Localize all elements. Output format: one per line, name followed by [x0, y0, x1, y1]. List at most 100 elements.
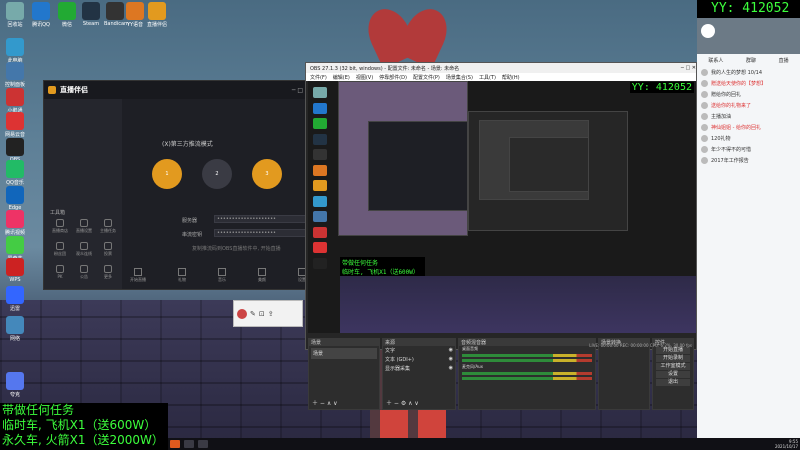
menu-item[interactable]: 停靠部件(D): [379, 74, 407, 81]
menu-item[interactable]: 场景集合(S): [446, 74, 473, 81]
taskbar-app-icon[interactable]: [170, 440, 180, 448]
yy-panel[interactable]: 联系人 群聊 直播 我的人生的梦想 10/14 赠送给天使你的【梦想】 赠给你的回礼 送给…: [697, 18, 800, 450]
eye-icon[interactable]: ◉: [449, 347, 453, 354]
sources-dock[interactable]: 来源 文字 ◉ 文本 (GDI+) ◉ 显示器采集 ◉ ＋ − ⚙ ∧ ∨: [382, 338, 456, 410]
tool-item[interactable]: 观众连线: [72, 242, 96, 257]
yy-tab[interactable]: 群聊: [746, 57, 756, 64]
clock[interactable]: 9:55 2021/10/17: [775, 439, 798, 449]
tool-item[interactable]: 直播商店: [48, 219, 72, 234]
yy-tab[interactable]: 联系人: [708, 57, 723, 64]
app-title: 直播伴侣: [60, 86, 88, 94]
tool-item[interactable]: 投票: [96, 242, 120, 257]
mixer-channel[interactable]: 麦克风/Aux: [459, 364, 595, 380]
tool-item[interactable]: 直播设置: [72, 219, 96, 234]
desktop-icon[interactable]: 回收站: [4, 2, 26, 28]
desktop-icon[interactable]: 此电脑: [4, 38, 26, 64]
preview-icon: [313, 242, 327, 253]
desktop-icon[interactable]: WPS: [4, 258, 26, 283]
yy-list-item[interactable]: 120礼物: [697, 133, 800, 144]
desktop-icon[interactable]: 微信: [56, 2, 78, 28]
yy-tab[interactable]: 直播: [779, 57, 789, 64]
bottom-tool[interactable]: 音乐: [218, 268, 226, 283]
menu-item[interactable]: 配置文件(P): [413, 74, 440, 81]
zhibo-banlv-window[interactable]: 直播伴侣 ─ □ ✕ 工具箱 直播商店 直播设置 主播任务 粉丝团 观众连线 投票 PK 公告…: [43, 80, 344, 290]
window-controls-icon[interactable]: ─ □ ✕: [681, 65, 696, 71]
yy-list-item[interactable]: 赠给你的回礼: [697, 89, 800, 100]
control-button[interactable]: 开始直播: [656, 347, 690, 354]
menu-item[interactable]: 文件(F): [310, 74, 327, 81]
desktop-icon[interactable]: 小鹅通: [4, 88, 26, 114]
preview-icon: [313, 211, 327, 222]
share-icon[interactable]: ⇪: [268, 310, 274, 318]
menu-item[interactable]: 编辑(E): [333, 74, 350, 81]
menu-item[interactable]: 视图(V): [356, 74, 373, 81]
lock-icon[interactable]: ⊡: [259, 310, 265, 318]
scene-item[interactable]: 场景: [311, 348, 377, 359]
avatar: [701, 157, 708, 164]
preview-icon: [313, 149, 327, 160]
bottom-tool-icon: [218, 268, 226, 276]
desktop-icon[interactable]: 迅雷: [4, 286, 26, 312]
control-button[interactable]: 设置: [656, 371, 690, 378]
app-icon: [6, 258, 24, 276]
tool-item[interactable]: 更多: [96, 265, 120, 280]
obs-window[interactable]: OBS 27.1.3 (32 bit, windows) - 配置文件: 未命名…: [305, 62, 697, 410]
preview-icon: [313, 102, 327, 114]
desktop-icon[interactable]: YY语音: [124, 2, 146, 28]
yy-list-item[interactable]: 我的人生的梦想 10/14: [697, 67, 800, 78]
preview-icon: [313, 164, 327, 176]
transitions-dock[interactable]: 场景转换: [598, 338, 650, 410]
preview-icon: [313, 133, 327, 145]
scenes-dock[interactable]: 场景 场景 ＋ − ∧ ∨: [308, 338, 380, 410]
menu-item[interactable]: 工具(T): [479, 74, 496, 81]
key-label: 串流密钥: [182, 232, 203, 238]
desktop-icon[interactable]: Bandicam: [104, 2, 129, 27]
desktop-icon[interactable]: Edge: [4, 186, 26, 211]
tool-item[interactable]: 主播任务: [96, 219, 120, 234]
source-item[interactable]: 文字 ◉: [383, 346, 455, 355]
yy-list-item[interactable]: 神仙姐姐 - 给你的回礼: [697, 122, 800, 133]
bottom-tool[interactable]: 美颜: [258, 268, 266, 283]
yy-list-item[interactable]: 赠送给天使你的【梦想】: [697, 78, 800, 89]
control-button[interactable]: 工作室模式: [656, 363, 690, 370]
tool-item[interactable]: 公告: [72, 265, 96, 280]
scene-add-icon[interactable]: ＋ − ∧ ∨: [312, 398, 338, 407]
desktop-icon[interactable]: QQ音乐: [4, 160, 26, 186]
tool-item[interactable]: 粉丝团: [48, 242, 72, 257]
obs-docks: 场景 场景 ＋ − ∧ ∨ 来源 文字 ◉ 文本 (GDI+) ◉ 显示器采集 ◉ ＋ −…: [308, 338, 694, 410]
taskbar-app-icon[interactable]: [184, 440, 194, 448]
app-icon: [6, 62, 24, 80]
source-add-icon[interactable]: ＋ − ⚙ ∧ ∨: [386, 398, 419, 407]
control-button[interactable]: 退出: [656, 379, 690, 386]
source-item[interactable]: 显示器采集 ◉: [383, 364, 455, 373]
bottom-tool[interactable]: 礼物: [178, 268, 186, 283]
yy-list-item[interactable]: 主播加油: [697, 111, 800, 122]
desktop-icon[interactable]: 控制面板: [4, 62, 26, 88]
taskbar-app-icon[interactable]: [198, 440, 208, 448]
yy-list-item[interactable]: 年少不得不的可惜: [697, 144, 800, 155]
desktop-icon[interactable]: 腾讯QQ: [30, 2, 52, 28]
menu-item[interactable]: 帮助(H): [502, 74, 520, 81]
bottom-tool[interactable]: 开始直播: [130, 268, 146, 283]
yy-list-item[interactable]: 2017年工作报告: [697, 155, 800, 166]
preview-icon: [313, 87, 327, 98]
desktop-icon[interactable]: 网络: [4, 316, 26, 342]
mixer-dock[interactable]: 音频混音器 桌面音频 麦克风/Aux: [458, 338, 596, 410]
controls-dock[interactable]: 控件 开始直播 开始录制 工作室模式 设置 退出: [652, 338, 694, 410]
yy-list-item[interactable]: 送给你的礼物来了: [697, 100, 800, 111]
source-item[interactable]: 文本 (GDI+) ◉: [383, 355, 455, 364]
eye-icon[interactable]: ◉: [449, 365, 453, 372]
avatar: [701, 102, 708, 109]
desktop-icon[interactable]: 夸克: [4, 372, 26, 398]
desktop-icon[interactable]: 直播伴侣: [146, 2, 168, 28]
tool-item[interactable]: PK: [48, 265, 72, 280]
pen-icon[interactable]: ✎: [250, 310, 256, 318]
desktop-icon[interactable]: 腾讯视频: [4, 210, 26, 236]
app-icon: [6, 236, 24, 254]
eye-icon[interactable]: ◉: [449, 356, 453, 363]
desktop-icon[interactable]: Steam: [80, 2, 102, 27]
floating-toolbar[interactable]: ✎ ⊡ ⇪: [233, 300, 303, 327]
avatar[interactable]: [701, 24, 715, 38]
control-button[interactable]: 开始录制: [656, 355, 690, 362]
mixer-channel[interactable]: 桌面音频: [459, 346, 595, 362]
